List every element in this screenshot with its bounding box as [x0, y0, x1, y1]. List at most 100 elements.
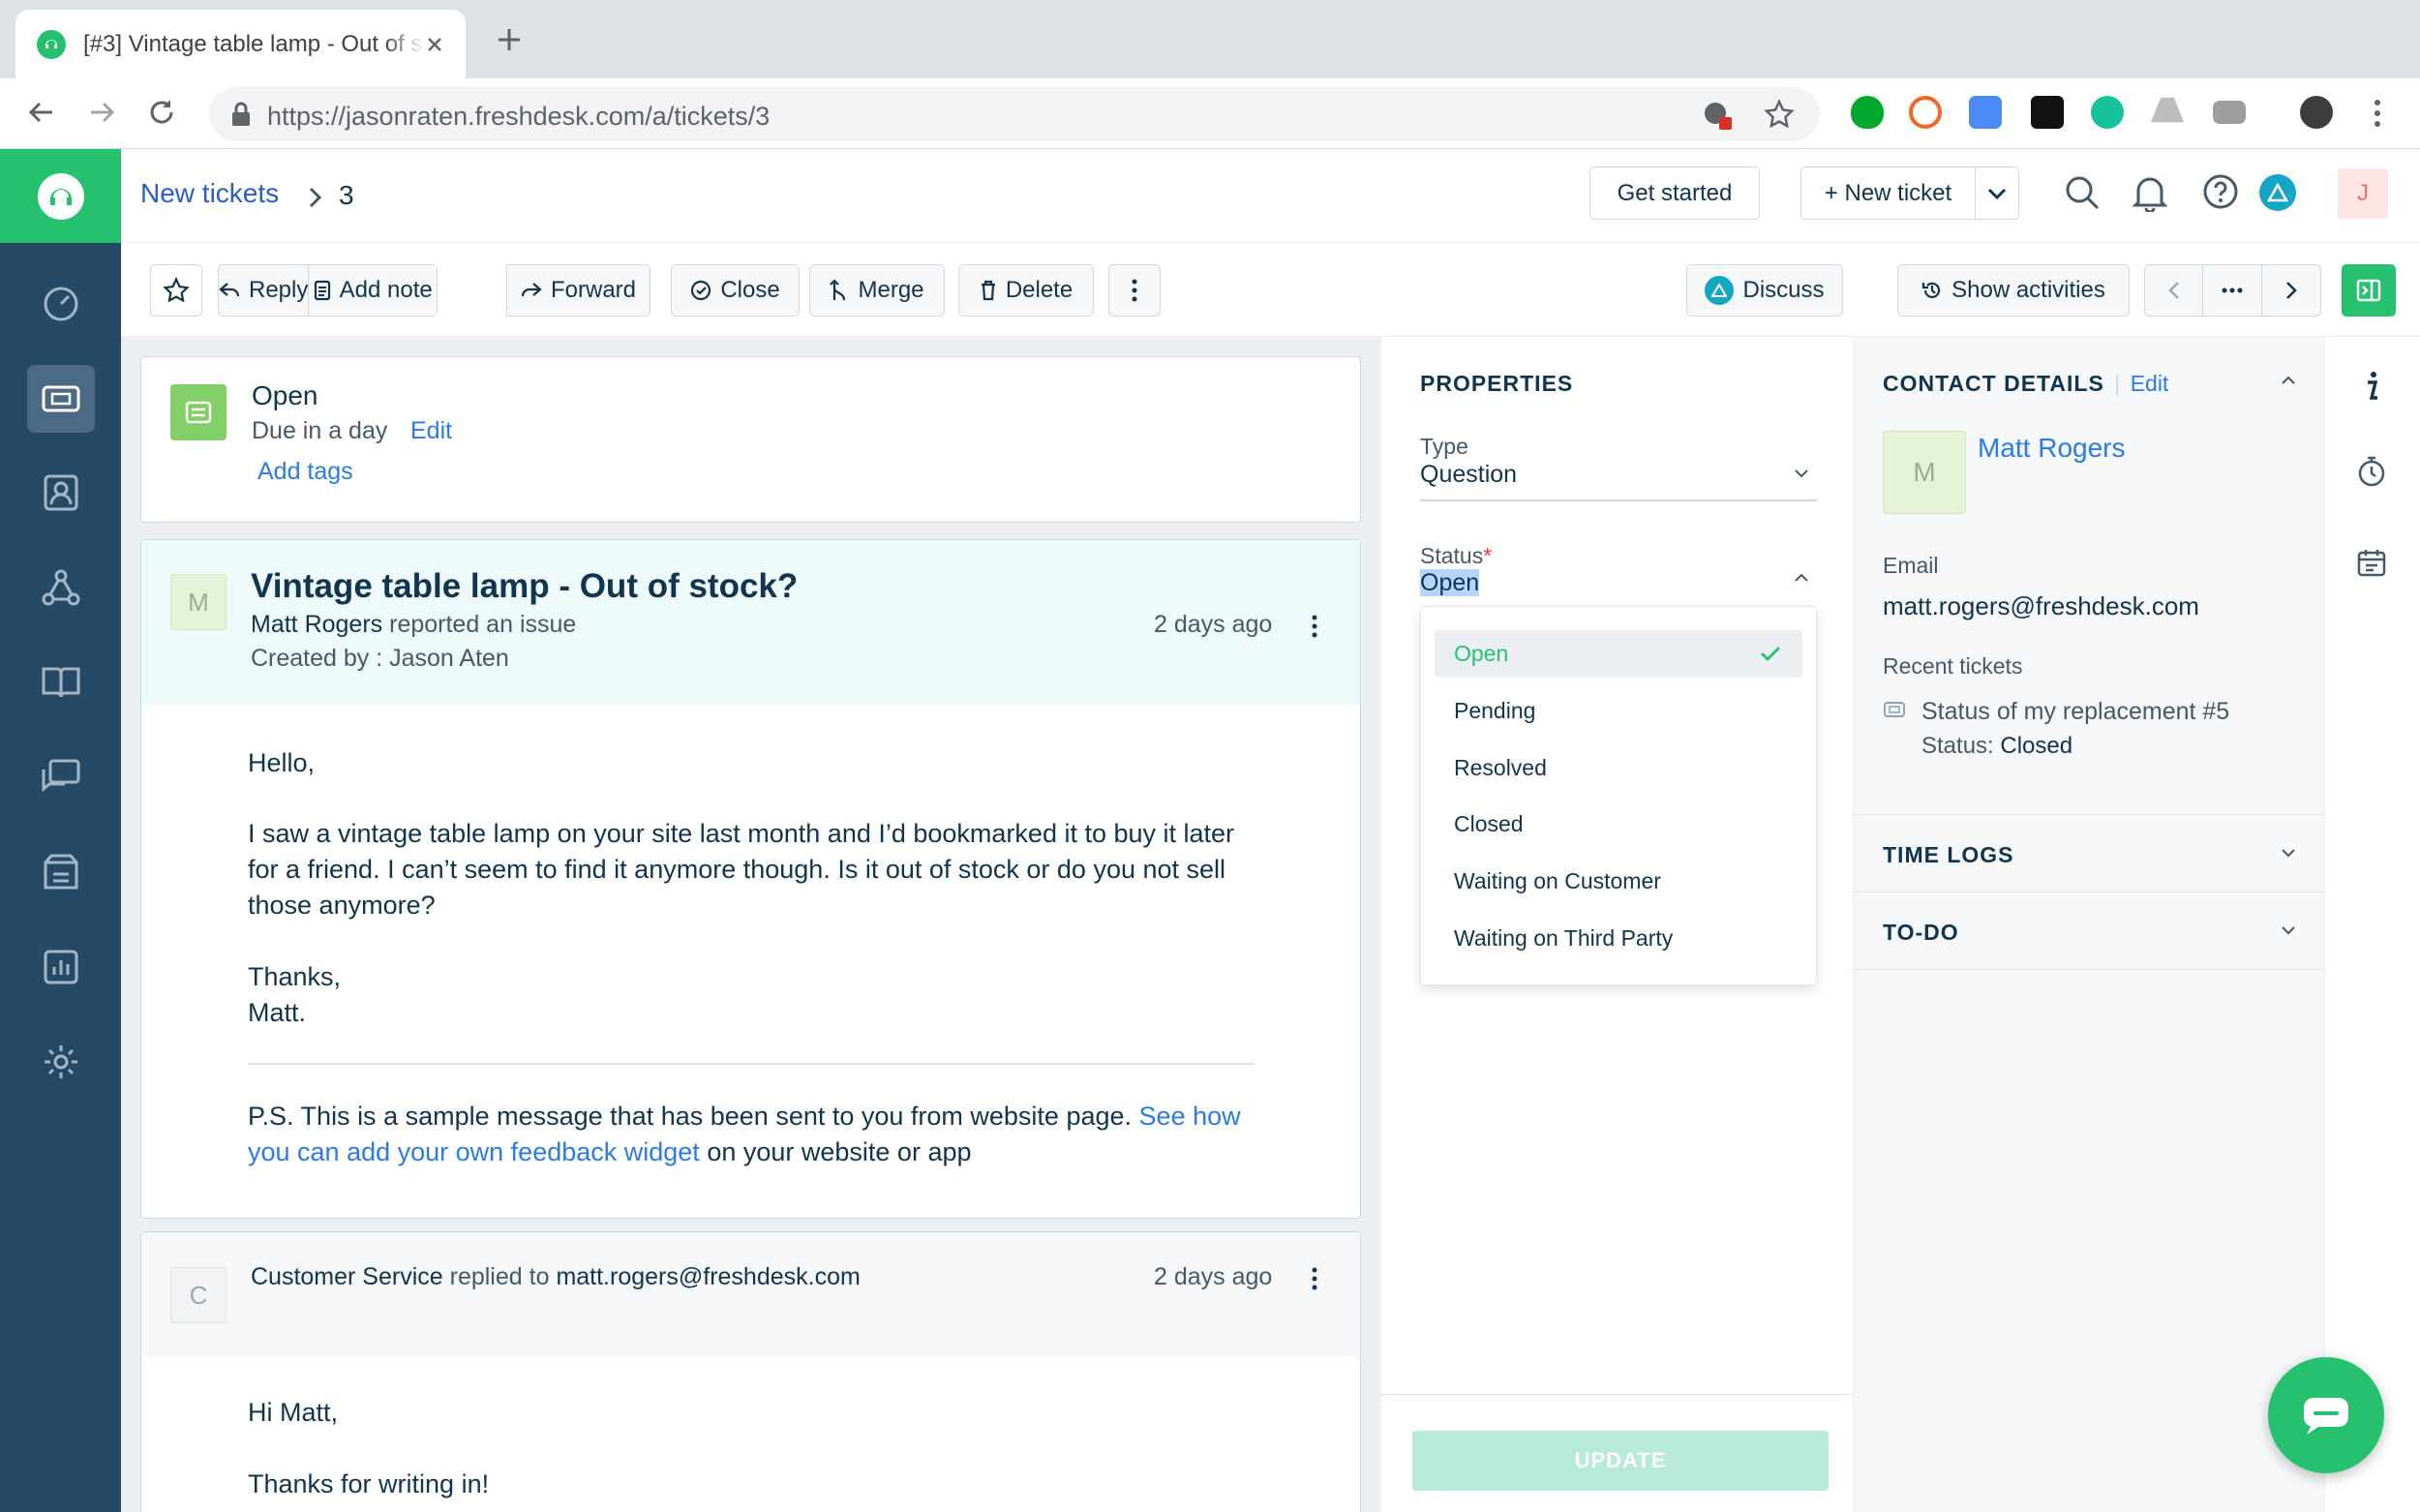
search-icon[interactable]: [2064, 174, 2101, 211]
chat-widget-button[interactable]: [2268, 1357, 2384, 1473]
timer-icon[interactable]: [2356, 455, 2387, 488]
contact-details-panel: CONTACT DETAILS | Edit M Matt Rogers Ema…: [1854, 337, 2324, 1512]
show-activities-button[interactable]: Show activities: [1897, 264, 2130, 317]
status-select[interactable]: Open: [1420, 569, 1817, 604]
info-icon[interactable]: [2362, 371, 2381, 402]
author-name[interactable]: Matt Rogers: [251, 611, 382, 638]
status-dropdown-menu: Open Pending Resolved Closed Waiting on …: [1420, 606, 1817, 985]
time-logs-section[interactable]: TIME LOGS: [1854, 815, 2324, 892]
discuss-icon: [1705, 276, 1735, 305]
add-note-label: Add note: [339, 277, 433, 303]
edit-contact-link[interactable]: Edit: [2131, 371, 2169, 396]
chevron-up-icon: [1794, 573, 1809, 583]
nav-contacts-icon[interactable]: [0, 459, 121, 527]
panel-extension-icon[interactable]: [2213, 101, 2246, 124]
properties-title: PROPERTIES: [1420, 371, 1574, 396]
star-button[interactable]: [150, 264, 202, 317]
status-option-closed[interactable]: Closed: [1435, 801, 1802, 848]
status-option-waiting-third-party[interactable]: Waiting on Third Party: [1435, 915, 1802, 962]
discuss-button[interactable]: Discuss: [1686, 264, 1843, 317]
forward-icon[interactable]: [85, 96, 118, 129]
ticket-subject: Vintage table lamp - Out of stock?: [251, 567, 799, 605]
nav-knowledge-base-icon[interactable]: [0, 649, 121, 716]
nav-solutions-icon[interactable]: [0, 838, 121, 906]
help-icon[interactable]: [2202, 173, 2239, 210]
add-note-button[interactable]: Add note: [309, 265, 437, 316]
user-avatar[interactable]: J: [2338, 168, 2388, 219]
contact-name-link[interactable]: Matt Rogers: [1978, 433, 2126, 464]
more-actions-button[interactable]: [1108, 264, 1161, 317]
status-option-pending[interactable]: Pending: [1435, 687, 1802, 735]
previous-ticket-button[interactable]: [2145, 265, 2204, 316]
breadcrumb-new-tickets[interactable]: New tickets: [140, 178, 279, 209]
new-ticket-dropdown-button[interactable]: [1975, 166, 2019, 220]
created-by: Created by : Jason Aten: [251, 645, 509, 672]
nav-settings-icon[interactable]: [0, 1028, 121, 1096]
update-button[interactable]: UPDATE: [1412, 1431, 1829, 1491]
divider: [1854, 969, 2324, 970]
nav-social-icon[interactable]: [0, 554, 121, 621]
status-option-waiting-customer[interactable]: Waiting on Customer: [1435, 858, 1802, 905]
forward-button[interactable]: Forward: [506, 264, 650, 317]
type-select[interactable]: Question: [1420, 461, 1817, 501]
edit-due-link[interactable]: Edit: [410, 417, 452, 445]
status-option-resolved[interactable]: Resolved: [1435, 744, 1802, 792]
contact-email: matt.rogers@freshdesk.com: [1883, 591, 2199, 620]
contact-avatar: M: [1883, 431, 1966, 514]
get-started-button[interactable]: Get started: [1589, 166, 1760, 220]
blocked-cookie-icon[interactable]: [1702, 100, 1733, 131]
reply-author[interactable]: Customer Service: [251, 1263, 443, 1290]
todo-section[interactable]: TO-DO: [1854, 892, 2324, 969]
owl-extension-icon[interactable]: [2031, 96, 2064, 129]
message-header: M Vintage table lamp - Out of stock? Mat…: [141, 540, 1360, 705]
bitly-extension-icon[interactable]: [1909, 96, 1942, 129]
reply-action: replied to: [449, 1263, 550, 1290]
nav-dashboard-icon[interactable]: [0, 270, 121, 338]
reload-icon[interactable]: [145, 96, 178, 129]
contact-header: CONTACT DETAILS | Edit: [1883, 371, 2168, 397]
more-icon: [1132, 279, 1137, 302]
image-extension-icon[interactable]: [1969, 96, 2002, 129]
status-value: Open: [1420, 569, 1480, 596]
delete-button[interactable]: Delete: [958, 264, 1094, 317]
new-ticket-button[interactable]: + New ticket: [1800, 166, 1976, 220]
chevron-up-icon[interactable]: [2281, 376, 2296, 385]
back-icon[interactable]: [25, 96, 58, 129]
toggle-sidebar-button[interactable]: [2342, 264, 2396, 317]
recent-ticket-link[interactable]: Status of my replacement #5: [1921, 698, 2229, 726]
collaborate-icon[interactable]: [2259, 174, 2296, 211]
browser-tab[interactable]: [#3] Vintage table lamp - Out of stock?: [15, 10, 466, 78]
calendar-icon[interactable]: [2357, 548, 2386, 577]
history-clock-icon: [1922, 282, 1941, 298]
bell-icon[interactable]: [2133, 173, 2167, 212]
message-signoff-1: Thanks,: [248, 962, 342, 991]
freshdesk-logo[interactable]: [0, 149, 121, 243]
evernote-extension-icon[interactable]: [1851, 96, 1884, 129]
drive-extension-icon[interactable]: [2151, 97, 2184, 123]
message-ps: P.S. This is a sample message that has b…: [248, 1099, 1264, 1170]
grammarly-extension-icon[interactable]: [2091, 96, 2124, 129]
ticket-list-button[interactable]: [2203, 265, 2262, 316]
reply-more-icon[interactable]: [1311, 1266, 1318, 1291]
browser-menu-icon[interactable]: [2372, 98, 2383, 129]
new-tab-icon[interactable]: [496, 26, 523, 53]
message-body: I saw a vintage table lamp on your site …: [248, 819, 1235, 920]
add-tags-link[interactable]: Add tags: [257, 458, 353, 486]
show-activities-label: Show activities: [1951, 277, 2105, 303]
next-ticket-button[interactable]: [2262, 265, 2320, 316]
nav-reports-icon[interactable]: [0, 933, 121, 1001]
close-button[interactable]: Close: [671, 264, 800, 317]
reply-button[interactable]: Reply: [219, 265, 310, 316]
merge-button[interactable]: Merge: [809, 264, 945, 317]
tab-close-icon[interactable]: [425, 35, 444, 54]
status-option-open[interactable]: Open: [1435, 630, 1802, 678]
recent-tickets-label: Recent tickets: [1883, 653, 2023, 679]
message-more-icon[interactable]: [1311, 614, 1318, 639]
nav-tickets-icon[interactable]: [0, 365, 121, 433]
bookmark-star-icon[interactable]: [1764, 99, 1795, 130]
nav-forums-icon[interactable]: [0, 743, 121, 811]
reply-author-line: Customer Service replied to matt.rogers@…: [251, 1263, 861, 1291]
profile-avatar-icon[interactable]: [2300, 96, 2333, 129]
address-bar[interactable]: https://jasonraten.freshdesk.com/a/ticke…: [209, 87, 1820, 141]
ticket-status-card: Open Due in a day Edit Add tags: [140, 356, 1361, 523]
